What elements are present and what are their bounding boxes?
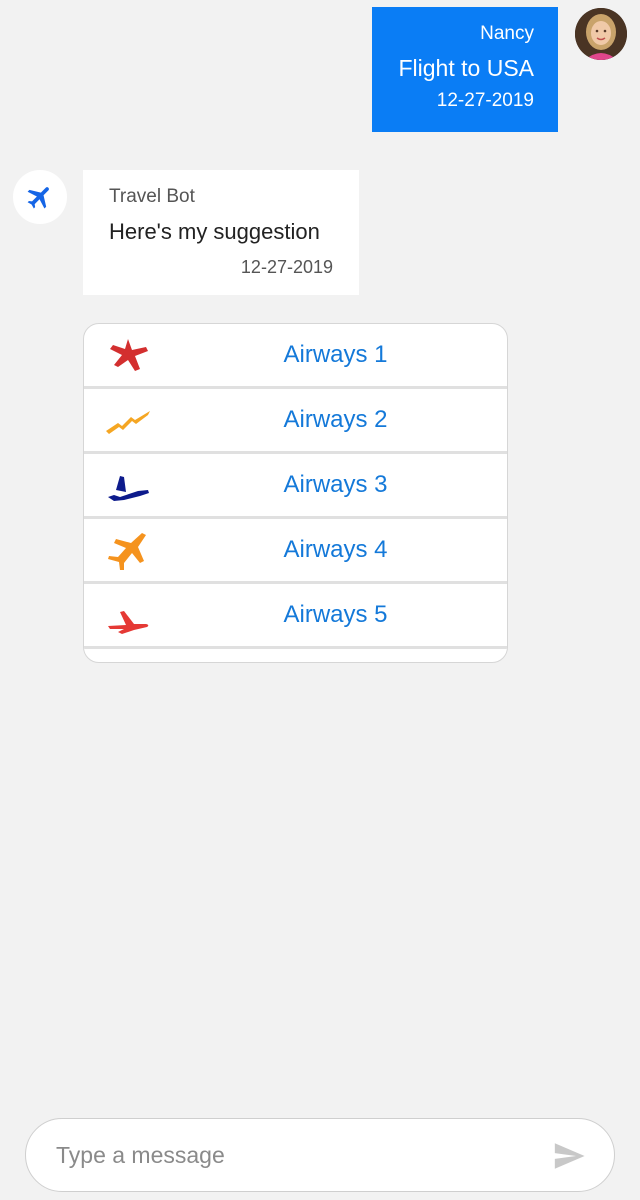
message-input[interactable] — [25, 1118, 615, 1192]
bot-message-time: 12-27-2019 — [240, 257, 333, 277]
user-message-text: Flight to USA — [398, 55, 535, 81]
bot-message-text: Here's my suggestion — [109, 219, 320, 244]
send-icon[interactable] — [550, 1139, 588, 1173]
user-message-sender: Nancy — [480, 23, 534, 44]
message-composer — [0, 1106, 640, 1200]
airline-suggestions-list: Airways 1 Airways 2 Airways 3 Airways 4 … — [83, 323, 508, 663]
plane-icon — [27, 187, 49, 209]
user-message-time: 12-27-2019 — [436, 90, 534, 111]
bot-message-bubble: Travel Bot Here's my suggestion 12-27-20… — [83, 170, 359, 295]
bot-message-sender: Travel Bot — [109, 186, 195, 207]
list-item-airways-4[interactable]: Airways 4 — [84, 519, 507, 584]
bot-avatar — [13, 170, 67, 224]
user-avatar-image — [575, 8, 627, 60]
list-item-airways-3[interactable]: Airways 3 — [84, 454, 507, 519]
list-item-airways-5[interactable]: Airways 5 — [84, 584, 507, 649]
list-item-label: Airways 2 — [283, 406, 388, 433]
list-item-airways-2[interactable]: Airways 2 — [84, 389, 507, 454]
list-item-label: Airways 4 — [283, 536, 388, 563]
list-item-label: Airways 1 — [283, 341, 388, 368]
list-item-label: Airways 5 — [283, 601, 388, 628]
user-avatar — [575, 8, 627, 60]
list-item-airways-1[interactable]: Airways 1 — [84, 324, 507, 389]
user-message-bubble: Nancy Flight to USA 12-27-2019 — [372, 7, 558, 132]
list-item-label: Airways 3 — [283, 471, 388, 498]
